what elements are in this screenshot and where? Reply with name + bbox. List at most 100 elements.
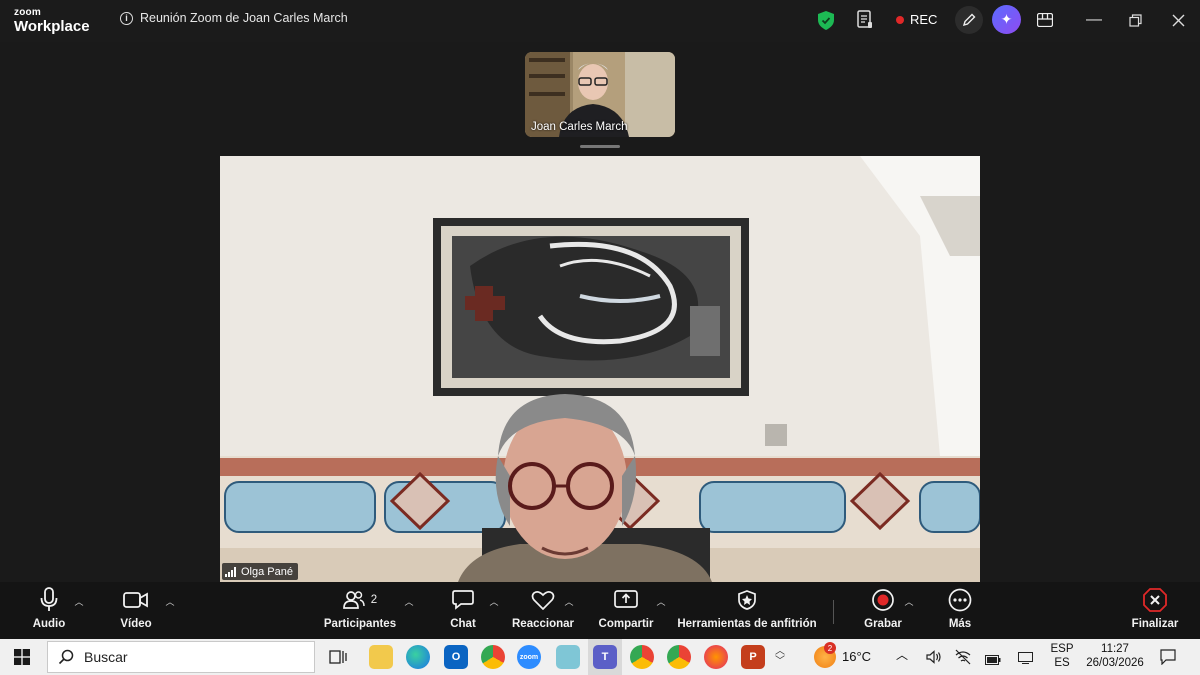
notifications-button[interactable]	[1160, 649, 1176, 670]
react-label: Reaccionar	[512, 618, 575, 630]
thumbnail-name: Joan Carles March	[531, 121, 628, 133]
record-icon	[872, 589, 894, 611]
chat-label: Chat	[450, 618, 476, 630]
meeting-stage: Joan Carles March Olga Pané	[0, 42, 1200, 582]
video-label: Vídeo	[120, 618, 152, 630]
task-view-button[interactable]	[329, 648, 347, 671]
windows-logo-icon	[14, 649, 30, 665]
end-meeting-icon	[1143, 588, 1167, 612]
minimize-button[interactable]: —	[1086, 11, 1102, 28]
audio-label: Audio	[32, 618, 66, 630]
participants-count: 2	[370, 594, 378, 606]
clock[interactable]: 11:27 26/03/2026	[1082, 642, 1148, 670]
recording-indicator[interactable]: REC	[896, 12, 937, 27]
title-bar: zoom Workplace i Reunión Zoom de Joan Ca…	[0, 0, 1200, 42]
participants-options-caret-icon[interactable]: ︿	[404, 596, 414, 607]
battery-icon[interactable]	[985, 652, 1001, 670]
notification-icon	[1160, 649, 1176, 666]
audio-options-caret-icon[interactable]: ︿	[74, 596, 84, 607]
annotate-button[interactable]	[955, 6, 983, 34]
teams-icon[interactable]: T	[593, 645, 617, 669]
ai-companion-button[interactable]: ✦	[992, 5, 1021, 34]
firefox-icon[interactable]	[704, 645, 728, 669]
speaker-name: Olga Pané	[241, 565, 293, 578]
network-off-icon	[955, 649, 971, 665]
battery-level-icon	[985, 655, 1001, 665]
microphone-icon	[40, 587, 58, 611]
thumbnail-drag-handle[interactable]	[580, 145, 620, 148]
toolbar-separator	[833, 600, 834, 624]
share-screen-icon	[614, 590, 638, 608]
participant-thumbnail[interactable]: Joan Carles March	[525, 52, 675, 137]
security-shield-icon[interactable]	[818, 11, 834, 30]
pen-icon	[962, 13, 976, 27]
taskbar-overflow-icon[interactable]: ︿ ﹀	[775, 647, 785, 667]
input-language[interactable]: ESP ES	[1050, 642, 1074, 670]
more-button[interactable]: Más	[942, 582, 978, 639]
chrome-icon[interactable]	[481, 645, 505, 669]
search-placeholder: Buscar	[84, 649, 128, 665]
chat-bubble-icon	[452, 590, 474, 610]
record-dot-icon	[896, 15, 904, 24]
react-button[interactable]: Reaccionar	[512, 582, 574, 639]
heart-icon	[531, 591, 555, 610]
powerpoint-icon[interactable]: P	[741, 645, 765, 669]
meeting-info[interactable]: i Reunión Zoom de Joan Carles March	[120, 11, 348, 25]
record-label: Grabar	[864, 618, 902, 630]
zoom-logo: zoom Workplace	[14, 7, 90, 35]
host-tools-button[interactable]: Herramientas de anfitrión	[677, 582, 817, 639]
active-speaker-video[interactable]: Olga Pané	[220, 156, 980, 582]
share-button[interactable]: Compartir	[596, 582, 656, 639]
file-explorer-icon[interactable]	[369, 645, 393, 669]
end-meeting-label: Finalizar	[1131, 618, 1179, 630]
brand-zoom: zoom	[14, 7, 41, 18]
restore-button[interactable]	[1127, 12, 1143, 28]
rec-label: REC	[910, 12, 938, 27]
keyboard-layout: ES	[1054, 657, 1070, 669]
video-options-caret-icon[interactable]: ︿	[165, 596, 175, 607]
chrome-profile-2-icon[interactable]	[667, 645, 691, 669]
zoom-app-icon[interactable]: zoom	[517, 645, 541, 669]
notes-app-icon[interactable]	[556, 645, 580, 669]
display-icon[interactable]	[1018, 651, 1033, 669]
weather-temperature[interactable]: 16°C	[842, 650, 871, 664]
react-options-caret-icon[interactable]: ︿	[564, 596, 574, 607]
chat-button[interactable]: Chat	[446, 582, 480, 639]
record-options-caret-icon[interactable]: ︿	[904, 596, 914, 607]
network-status-icon[interactable]	[954, 649, 972, 670]
participants-label: Participantes	[323, 618, 397, 630]
notes-icon[interactable]	[857, 10, 873, 29]
clock-time: 11:27	[1101, 643, 1129, 655]
start-button[interactable]	[14, 649, 30, 670]
apps-grid-icon	[1037, 13, 1053, 27]
apps-button[interactable]	[1031, 6, 1059, 34]
search-icon	[58, 649, 74, 665]
more-label: Más	[948, 618, 972, 630]
participants-button[interactable]: 2 Participantes	[322, 582, 398, 639]
info-icon[interactable]: i	[120, 11, 133, 25]
minimize-icon: —	[1086, 11, 1102, 28]
end-meeting-button[interactable]: Finalizar	[1128, 582, 1182, 639]
video-button[interactable]: Vídeo	[114, 582, 158, 639]
weather-badge: 2	[824, 642, 836, 654]
restore-icon	[1128, 13, 1142, 27]
audio-button[interactable]: Audio	[28, 582, 70, 639]
outlook-icon[interactable]: O	[444, 645, 468, 669]
record-button[interactable]: Grabar	[862, 582, 904, 639]
task-view-icon	[329, 650, 347, 664]
taskbar-search-box[interactable]: Buscar	[47, 641, 315, 673]
meeting-toolbar: Audio ︿ Vídeo ︿ 2 Participantes ︿ Chat ︿…	[0, 582, 1200, 639]
language-code: ESP	[1050, 643, 1074, 655]
sparkle-icon: ✦	[1000, 11, 1013, 27]
tray-expand-icon[interactable]: ︿	[896, 648, 908, 662]
windows-taskbar: Buscar O zoom T P ︿ ﹀ 2 16°C ︿ ESP ES 11…	[0, 639, 1200, 675]
chat-options-caret-icon[interactable]: ︿	[489, 596, 499, 607]
video-camera-icon	[123, 592, 148, 608]
host-shield-icon	[738, 590, 756, 610]
chrome-profile-icon[interactable]	[630, 645, 654, 669]
volume-icon[interactable]	[926, 650, 942, 669]
screen-icon	[1018, 652, 1033, 664]
edge-browser-icon[interactable]	[406, 645, 430, 669]
share-options-caret-icon[interactable]: ︿	[656, 596, 666, 607]
close-window-button[interactable]	[1170, 12, 1186, 28]
